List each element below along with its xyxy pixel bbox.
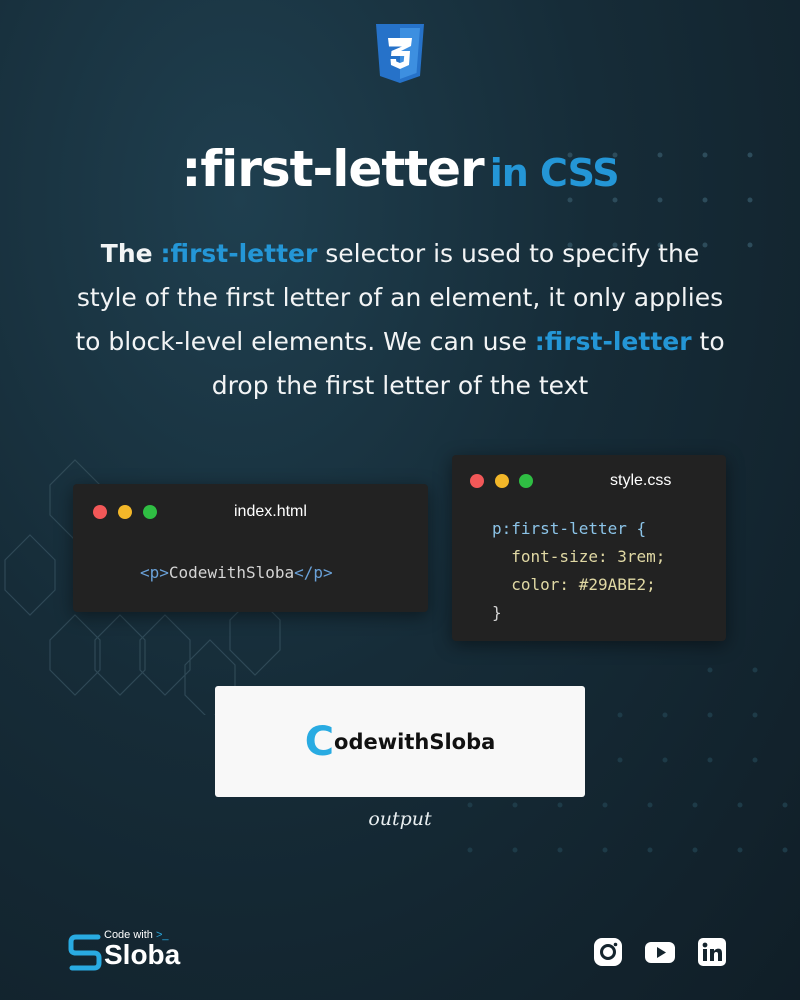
css-line-font-size: font-size: 3rem; <box>492 547 666 566</box>
desc-highlight2: :first-letter <box>534 327 692 356</box>
instagram-icon[interactable] <box>592 936 624 968</box>
css-code-window: style.css p:first-letter { font-size: 3r… <box>452 455 726 641</box>
html-code-window: index.html <p>CodewithSloba</p> <box>73 484 428 612</box>
description: The :first-letter selector is used to sp… <box>70 232 730 408</box>
desc-highlight1: :first-letter <box>160 239 318 268</box>
linkedin-icon[interactable] <box>696 936 728 968</box>
output-rest: odewithSloba <box>334 729 496 754</box>
title-accent: in CSS <box>489 151 620 195</box>
output-label: output <box>368 808 432 830</box>
page-title: :first-letter in CSS <box>0 140 800 198</box>
css-line-close: } <box>492 603 502 622</box>
youtube-icon[interactable] <box>644 936 676 968</box>
html-close-tag: </p> <box>294 563 333 582</box>
brand-logo: Code with >_ Sloba <box>68 929 188 973</box>
brand-big-text: Sloba <box>104 939 181 970</box>
output-text: CodewithSloba <box>215 686 585 797</box>
title-main: :first-letter <box>181 140 484 198</box>
close-dot-icon <box>470 474 484 488</box>
html-open-tag: <p> <box>140 563 169 582</box>
html-content: CodewithSloba <box>168 563 295 582</box>
minimize-dot-icon <box>118 505 132 519</box>
css-code: p:first-letter { font-size: 3rem; color:… <box>492 515 665 627</box>
css-window-filename: style.css <box>610 472 672 489</box>
brand-s-icon <box>68 934 102 971</box>
minimize-dot-icon <box>495 474 509 488</box>
close-dot-icon <box>93 505 107 519</box>
css-line-color: color: #29ABE2; <box>492 575 656 594</box>
output-first-letter: C <box>304 718 335 765</box>
maximize-dot-icon <box>519 474 533 488</box>
html-code: <p>CodewithSloba</p> <box>140 559 333 587</box>
maximize-dot-icon <box>143 505 157 519</box>
css-line-selector: p:first-letter { <box>492 519 647 538</box>
desc-part1: The <box>100 239 153 268</box>
css3-logo-icon <box>376 24 424 83</box>
output-box: CodewithSloba <box>215 686 585 797</box>
html-window-filename: index.html <box>234 503 307 520</box>
